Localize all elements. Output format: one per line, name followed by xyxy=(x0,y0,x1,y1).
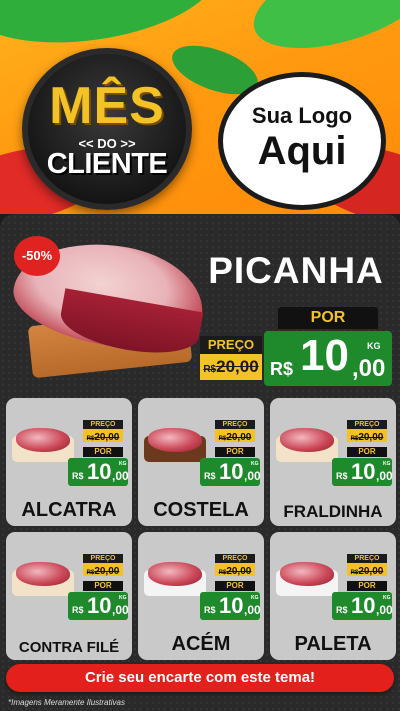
product-name: ACÉM xyxy=(171,633,231,655)
unit-label: KG xyxy=(251,595,259,601)
new-price-decimal: ,00 xyxy=(112,469,129,483)
product-name: CONTRA FILÉ xyxy=(18,639,120,656)
old-price: R$20,00 xyxy=(347,429,387,443)
new-price-integer: 10 xyxy=(351,459,376,484)
logo-placeholder[interactable]: Sua Logo Aqui xyxy=(218,72,386,210)
old-price-currency: R$ xyxy=(203,364,217,375)
unit-label: KG xyxy=(119,461,127,467)
product-card[interactable]: PREÇO R$20,00 POR R$ 10 ,00 KG FRALDINHA xyxy=(270,398,396,526)
new-price-decimal: ,00 xyxy=(112,603,129,617)
product-image xyxy=(280,562,334,586)
old-price-label: PREÇO xyxy=(215,420,255,429)
old-price: R$20,00 xyxy=(200,354,262,380)
old-price-value: 20,00 xyxy=(94,432,120,443)
unit-label: KG xyxy=(251,461,259,467)
new-price-decimal: ,00 xyxy=(376,603,393,617)
old-price-value: 20,00 xyxy=(358,566,384,577)
new-price-decimal: ,00 xyxy=(244,469,261,483)
new-price-integer: 10 xyxy=(351,593,376,618)
product-card[interactable]: PREÇO R$20,00 POR R$ 10 ,00 KG ALCATRA xyxy=(6,398,132,526)
unit-label: KG xyxy=(367,341,381,351)
new-price-decimal: ,00 xyxy=(376,469,393,483)
hero-product-name: PICANHA xyxy=(208,250,384,291)
unit-label: KG xyxy=(383,461,391,467)
unit-label: KG xyxy=(119,595,127,601)
new-price: R$ 10 ,00 KG xyxy=(200,592,261,620)
old-price-value: 20,00 xyxy=(358,432,384,443)
unit-label: KG xyxy=(383,595,391,601)
old-price-label: PREÇO xyxy=(215,554,255,563)
new-price: R$ 10 ,00 KG xyxy=(68,458,129,486)
old-price-value: 20,00 xyxy=(226,566,252,577)
product-card[interactable]: PREÇO R$20,00 POR R$ 10 ,00 KG PALETA xyxy=(270,532,396,660)
old-price-label: PREÇO xyxy=(83,554,123,563)
old-price: R$20,00 xyxy=(83,429,123,443)
old-price-label: PREÇO xyxy=(83,420,123,429)
create-flyer-button[interactable]: Crie seu encarte com este tema! xyxy=(6,664,394,692)
old-price-value: 20,00 xyxy=(216,357,259,376)
old-price: R$20,00 xyxy=(215,563,255,577)
disclaimer-text: *Imagens Meramente Ilustrativas xyxy=(8,698,125,707)
new-price-label: POR xyxy=(83,447,123,457)
old-price-label: PREÇO xyxy=(347,554,387,563)
discount-badge: -50% xyxy=(14,236,60,276)
green-arrow-decoration xyxy=(242,0,400,68)
new-price-currency: R$ xyxy=(204,605,216,615)
new-price-currency: R$ xyxy=(72,605,84,615)
new-price: R$ 10 ,00 KG xyxy=(332,458,393,486)
new-price-integer: 10 xyxy=(87,459,112,484)
new-price: R$ 10 ,00 KG xyxy=(264,331,392,386)
old-price: R$20,00 xyxy=(347,563,387,577)
new-price-integer: 10 xyxy=(219,459,244,484)
old-price-label: PREÇO xyxy=(347,420,387,429)
new-price: R$ 10 ,00 KG xyxy=(68,592,129,620)
new-price: R$ 10 ,00 KG xyxy=(200,458,261,486)
badge-title-2: CLIENTE xyxy=(46,148,168,180)
new-price-integer: 10 xyxy=(87,593,112,618)
new-price: R$ 10 ,00 KG xyxy=(332,592,393,620)
new-price-integer: 10 xyxy=(300,331,349,380)
product-name: ALCATRA xyxy=(21,499,117,521)
logo-text-line2: Aqui xyxy=(257,129,347,173)
old-price-value: 20,00 xyxy=(226,432,252,443)
product-image xyxy=(16,428,70,452)
product-name: COSTELA xyxy=(153,499,249,521)
new-price-label: POR xyxy=(215,581,255,591)
badge-title: MÊS xyxy=(49,77,165,135)
product-card[interactable]: PREÇO R$20,00 POR R$ 10 ,00 KG CONTRA FI… xyxy=(6,532,132,660)
mes-do-cliente-badge: MÊS << DO >> CLIENTE xyxy=(22,48,192,210)
product-image xyxy=(16,562,70,586)
product-image xyxy=(148,428,202,452)
old-price: R$20,00 xyxy=(83,563,123,577)
product-image xyxy=(280,428,334,452)
new-price-label: POR xyxy=(347,581,387,591)
new-price-label: POR xyxy=(278,307,378,329)
new-price-currency: R$ xyxy=(270,359,294,379)
new-price-currency: R$ xyxy=(72,471,84,481)
new-price-label: POR xyxy=(347,447,387,457)
old-price-label: PREÇO xyxy=(200,336,262,354)
product-name: FRALDINHA xyxy=(283,502,383,521)
old-price: R$20,00 xyxy=(215,429,255,443)
new-price-integer: 10 xyxy=(219,593,244,618)
new-price-decimal: ,00 xyxy=(352,355,386,382)
product-card[interactable]: PREÇO R$20,00 POR R$ 10 ,00 KG COSTELA xyxy=(138,398,264,526)
logo-text-line1: Sua Logo xyxy=(251,103,353,128)
new-price-currency: R$ xyxy=(204,471,216,481)
new-price-label: POR xyxy=(215,447,255,457)
new-price-currency: R$ xyxy=(336,605,348,615)
product-image xyxy=(148,562,202,586)
old-price-value: 20,00 xyxy=(94,566,120,577)
new-price-label: POR xyxy=(83,581,123,591)
product-name: PALETA xyxy=(294,633,372,655)
new-price-currency: R$ xyxy=(336,471,348,481)
header-banner: MÊS << DO >> CLIENTE Sua Logo Aqui xyxy=(0,0,400,214)
product-card[interactable]: PREÇO R$20,00 POR R$ 10 ,00 KG ACÉM xyxy=(138,532,264,660)
new-price-decimal: ,00 xyxy=(244,603,261,617)
